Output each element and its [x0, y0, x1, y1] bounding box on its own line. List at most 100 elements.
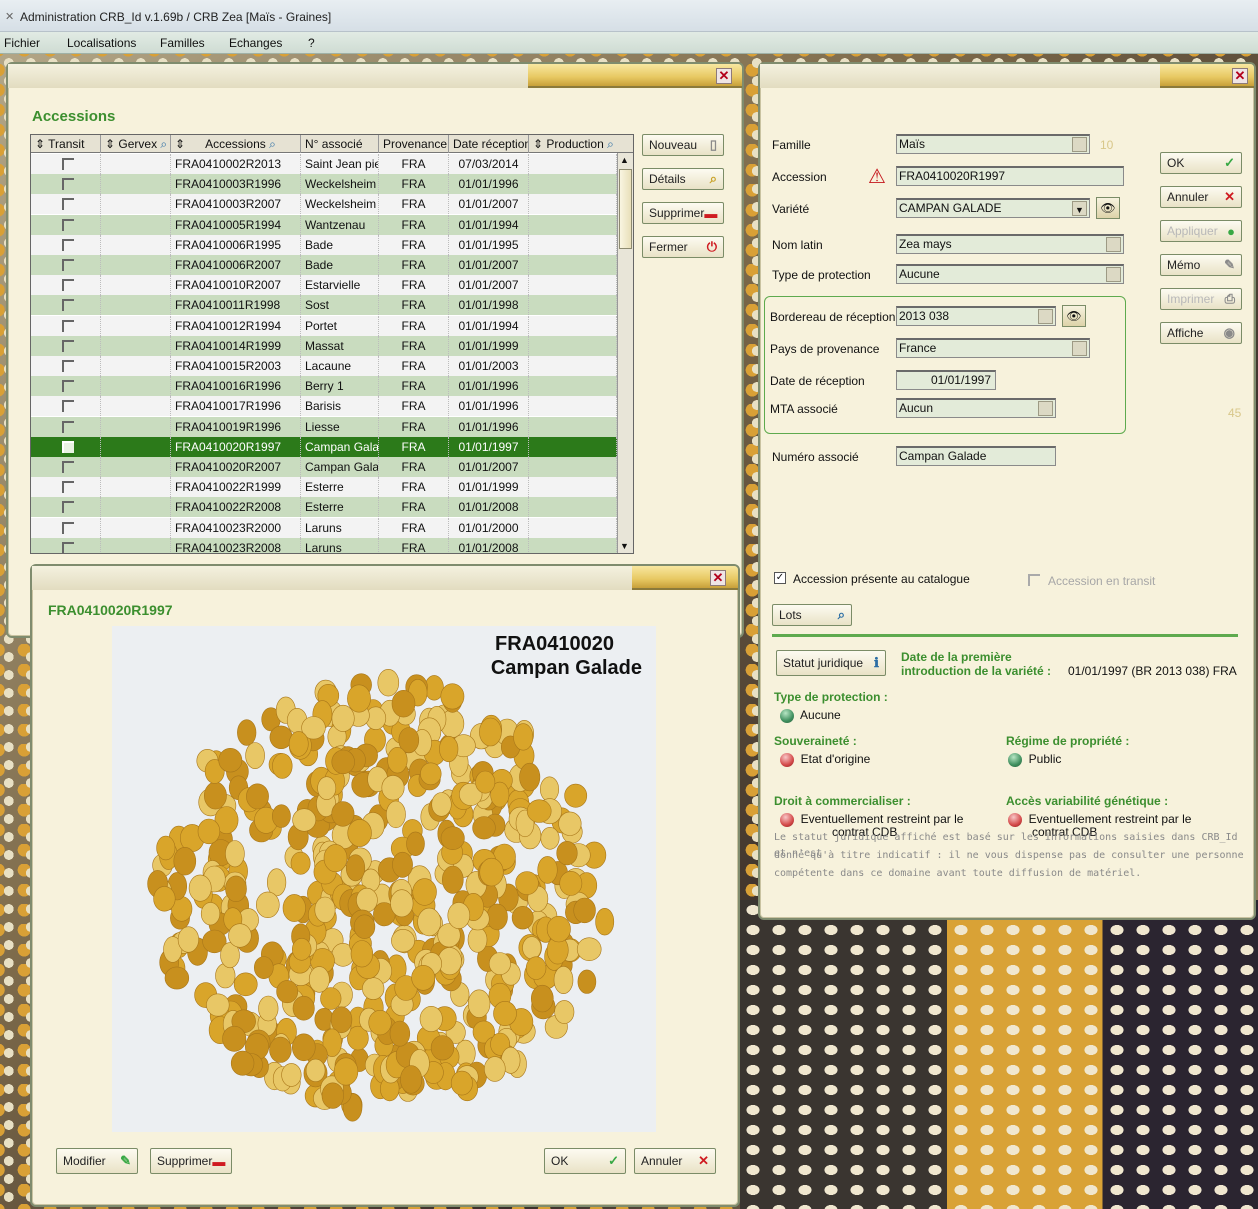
details-button[interactable]: Détails ⌕	[642, 168, 724, 190]
numero-associe-field[interactable]: Campan Galade	[896, 446, 1056, 466]
dropdown-icon[interactable]	[1072, 137, 1087, 152]
transit-checkbox[interactable]	[61, 360, 74, 372]
dropdown-icon[interactable]	[1106, 237, 1121, 252]
table-row[interactable]: FRA0410011R1998 Sost FRA 01/01/1998	[31, 295, 617, 316]
column-header-provenance[interactable]: Provenance	[379, 135, 449, 153]
dropdown-icon[interactable]	[1038, 309, 1053, 324]
ok-button[interactable]: OK ✓	[1160, 152, 1242, 174]
memo-button[interactable]: Mémo ✎	[1160, 254, 1242, 276]
transit-checkbox[interactable]	[61, 299, 74, 312]
table-row[interactable]: FRA0410006R1995 Bade FRA 01/01/1995	[31, 234, 617, 255]
table-row[interactable]: FRA0410019R1996 Liesse FRA 01/01/1996	[31, 416, 617, 437]
transit-checkbox[interactable]	[61, 461, 74, 473]
transit-checkbox[interactable]	[61, 218, 74, 231]
table-row[interactable]: FRA0410012R1994 Portet FRA 01/01/1994	[31, 315, 617, 336]
scroll-up-icon[interactable]: ▲	[620, 155, 629, 165]
transit-checkbox[interactable]	[61, 440, 74, 453]
table-row[interactable]: FRA0410020R1997 Campan Galac FRA 01/01/1997	[31, 436, 617, 457]
menu-fichier[interactable]: Fichier	[4, 36, 40, 50]
table-row[interactable]: FRA0410015R2003 Lacaune FRA 01/01/2003	[31, 356, 617, 376]
transit-checkbox[interactable]	[61, 259, 74, 271]
view-variete-button[interactable]: 👁	[1096, 197, 1120, 219]
close-icon[interactable]: ✕	[716, 68, 732, 84]
nom-latin-field[interactable]: Zea mays	[896, 234, 1124, 254]
view-bordereau-button[interactable]: 👁	[1062, 305, 1086, 327]
table-row[interactable]: FRA0410023R2008 Laruns FRA 01/01/2008	[31, 537, 617, 553]
table-row[interactable]: FRA0410005R1994 Wantzenau FRA 01/01/1994	[31, 214, 617, 235]
transit-checkbox[interactable]	[61, 198, 74, 211]
transit-checkbox[interactable]	[61, 380, 74, 393]
column-header-gervex[interactable]: ⇕ Gervex ⌕	[101, 135, 171, 153]
modifier-button[interactable]: Modifier ✎	[56, 1148, 138, 1174]
type-protection-field[interactable]: Aucune	[896, 264, 1124, 284]
transit-checkbox[interactable]	[61, 501, 74, 514]
menu-help[interactable]: ?	[308, 36, 315, 50]
dropdown-icon[interactable]	[1106, 267, 1121, 282]
table-row[interactable]: FRA0410023R2000 Laruns FRA 01/01/2000	[31, 517, 617, 538]
nouveau-button[interactable]: Nouveau ▯	[642, 134, 724, 156]
close-icon[interactable]: ✕	[1232, 68, 1248, 84]
dropdown-icon[interactable]	[1072, 341, 1087, 356]
transit-cell	[31, 356, 101, 376]
lots-button[interactable]: Lots ⌕	[772, 604, 852, 626]
transit-checkbox[interactable]	[61, 541, 74, 553]
transit-checkbox[interactable]	[1028, 574, 1040, 586]
variete-select[interactable]: CAMPAN GALADE ▼	[896, 198, 1090, 218]
imprimer-button[interactable]: Imprimer ⎙	[1160, 288, 1242, 310]
table-row[interactable]: FRA0410022R1999 Esterre FRA 01/01/1999	[31, 477, 617, 498]
photo-annuler-button[interactable]: Annuler ✕	[634, 1148, 716, 1174]
transit-checkbox[interactable]	[61, 481, 74, 494]
transit-checkbox[interactable]	[61, 319, 74, 332]
table-row[interactable]: FRA0410020R2007 Campan Galac FRA 01/01/2007	[31, 457, 617, 477]
chevron-down-icon[interactable]: ▼	[1072, 201, 1087, 216]
scroll-down-icon[interactable]: ▼	[620, 541, 629, 551]
statut-juridique-button[interactable]: Statut juridique ℹ	[776, 650, 886, 676]
affiche-button[interactable]: Affiche ◉	[1160, 322, 1242, 344]
table-row[interactable]: FRA0410010R2007 Estarvielle FRA 01/01/2007	[31, 275, 617, 296]
column-header-numero-associe[interactable]: N° associé	[301, 135, 379, 153]
pays-field[interactable]: France	[896, 338, 1090, 358]
transit-checkbox[interactable]	[61, 521, 74, 534]
dropdown-icon[interactable]	[1038, 401, 1053, 416]
photo-ok-button[interactable]: OK ✓	[544, 1148, 626, 1174]
close-icon[interactable]: ✕	[710, 570, 726, 586]
date-reception-field[interactable]: 01/01/1997	[896, 370, 996, 390]
transit-checkbox[interactable]	[61, 339, 74, 352]
column-header-production[interactable]: ⇕ Production ⌕	[529, 135, 633, 153]
fermer-button[interactable]: Fermer ⏻	[642, 236, 724, 258]
corn-kernel	[475, 770, 496, 794]
accession-field[interactable]: FRA0410020R1997	[896, 166, 1124, 186]
table-row[interactable]: FRA0410017R1996 Barisis FRA 01/01/1996	[31, 396, 617, 417]
column-header-date-reception[interactable]: Date réception	[449, 135, 529, 153]
supprimer-button[interactable]: Supprimer ▬	[642, 202, 724, 224]
table-row[interactable]: FRA0410014R1999 Massat FRA 01/01/1999	[31, 335, 617, 356]
scrollbar-thumb[interactable]	[619, 169, 632, 249]
table-row[interactable]: FRA0410003R2007 Weckelsheim FRA 01/01/2007	[31, 194, 617, 215]
appliquer-button[interactable]: Appliquer ●	[1160, 220, 1242, 242]
famille-field[interactable]: Maïs	[896, 134, 1090, 154]
column-header-transit[interactable]: ⇕ Transit	[31, 135, 101, 153]
menu-localisations[interactable]: Localisations	[67, 36, 136, 50]
transit-checkbox[interactable]	[61, 178, 74, 191]
bordereau-field[interactable]: 2013 038	[896, 306, 1056, 326]
mta-field[interactable]: Aucun	[896, 398, 1056, 418]
table-row[interactable]: FRA0410022R2008 Esterre FRA 01/01/2008	[31, 497, 617, 518]
annuler-button[interactable]: Annuler ✕	[1160, 186, 1242, 208]
table-row[interactable]: FRA0410006R2007 Bade FRA 01/01/2007	[31, 255, 617, 275]
transit-checkbox[interactable]	[61, 158, 74, 170]
table-row[interactable]: FRA0410003R1996 Weckelsheim FRA 01/01/1996	[31, 174, 617, 195]
supprimer-photo-button[interactable]: Supprimer ▬	[150, 1148, 232, 1174]
transit-checkbox[interactable]	[61, 238, 74, 251]
corn-kernel	[441, 865, 464, 894]
transit-checkbox[interactable]	[61, 279, 74, 292]
table-row[interactable]: FRA0410016R1996 Berry 1 FRA 01/01/1996	[31, 376, 617, 397]
table-scrollbar[interactable]: ▲ ▼	[617, 153, 633, 553]
table-row[interactable]: FRA0410002R2013 Saint Jean pie FRA 07/03/20…	[31, 154, 617, 174]
statut-juridique-label: Statut juridique	[783, 656, 864, 670]
catalogue-checkbox[interactable]: ✓	[774, 572, 786, 584]
menu-echanges[interactable]: Echanges	[229, 36, 282, 50]
transit-checkbox[interactable]	[61, 400, 74, 413]
menu-familles[interactable]: Familles	[160, 36, 205, 50]
column-header-accessions[interactable]: ⇕ Accessions ⌕	[171, 135, 301, 153]
transit-checkbox[interactable]	[61, 420, 74, 433]
